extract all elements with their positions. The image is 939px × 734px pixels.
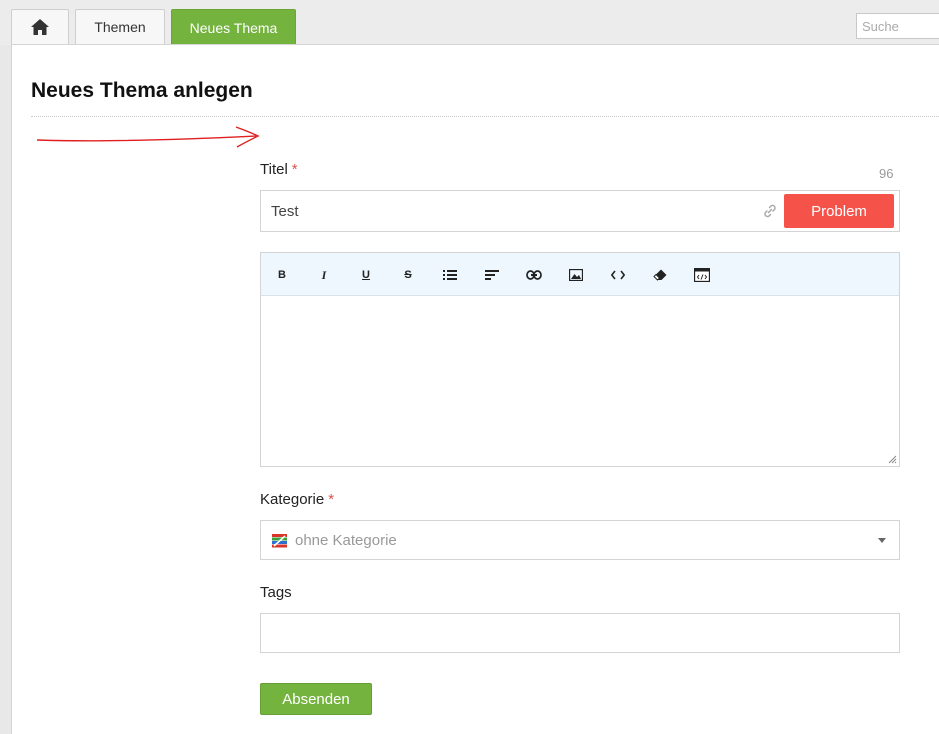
required-marker: * bbox=[291, 161, 298, 178]
top-navigation: Themen Neues Thema bbox=[0, 0, 939, 45]
strikethrough-icon[interactable]: S bbox=[398, 265, 418, 285]
title-label: Titel * bbox=[260, 161, 298, 178]
underline-icon[interactable]: U bbox=[356, 265, 376, 285]
home-icon bbox=[31, 19, 49, 35]
code-icon[interactable] bbox=[608, 265, 628, 285]
image-icon[interactable] bbox=[566, 265, 586, 285]
required-marker: * bbox=[328, 491, 335, 508]
title-divider bbox=[31, 116, 939, 117]
resize-handle-icon[interactable] bbox=[888, 455, 897, 464]
chevron-down-icon bbox=[878, 538, 886, 543]
tab-neues-thema[interactable]: Neues Thema bbox=[171, 9, 296, 45]
category-label-text: Kategorie bbox=[260, 491, 325, 508]
title-label-text: Titel bbox=[260, 161, 288, 178]
editor-toolbar: B I U S bbox=[261, 253, 899, 296]
list-icon[interactable] bbox=[440, 265, 460, 285]
page-title: Neues Thema anlegen bbox=[31, 79, 253, 102]
eraser-icon[interactable] bbox=[650, 265, 670, 285]
tags-label: Tags bbox=[260, 584, 292, 601]
annotation-arrow-icon bbox=[36, 126, 260, 148]
submit-button[interactable]: Absenden bbox=[260, 683, 372, 715]
tab-themen[interactable]: Themen bbox=[75, 9, 165, 44]
italic-icon[interactable]: I bbox=[314, 265, 334, 285]
category-select[interactable]: ohne Kategorie bbox=[260, 520, 900, 560]
align-left-icon[interactable] bbox=[482, 265, 502, 285]
category-label: Kategorie * bbox=[260, 491, 334, 508]
title-field: Problem bbox=[260, 190, 900, 232]
bold-icon[interactable]: B bbox=[272, 265, 292, 285]
search-input[interactable] bbox=[856, 13, 939, 39]
category-color-icon bbox=[272, 534, 287, 548]
message-editor: B I U S bbox=[260, 252, 900, 467]
category-selected-value: ohne Kategorie bbox=[295, 532, 397, 549]
tags-input[interactable] bbox=[260, 613, 900, 653]
title-input[interactable] bbox=[271, 191, 751, 231]
tab-home[interactable] bbox=[11, 9, 69, 44]
prefix-problem-button[interactable]: Problem bbox=[784, 194, 894, 228]
source-icon[interactable] bbox=[692, 265, 712, 285]
link-icon[interactable] bbox=[762, 203, 778, 219]
title-char-counter: 96 bbox=[879, 166, 894, 181]
link-icon[interactable] bbox=[524, 265, 544, 285]
